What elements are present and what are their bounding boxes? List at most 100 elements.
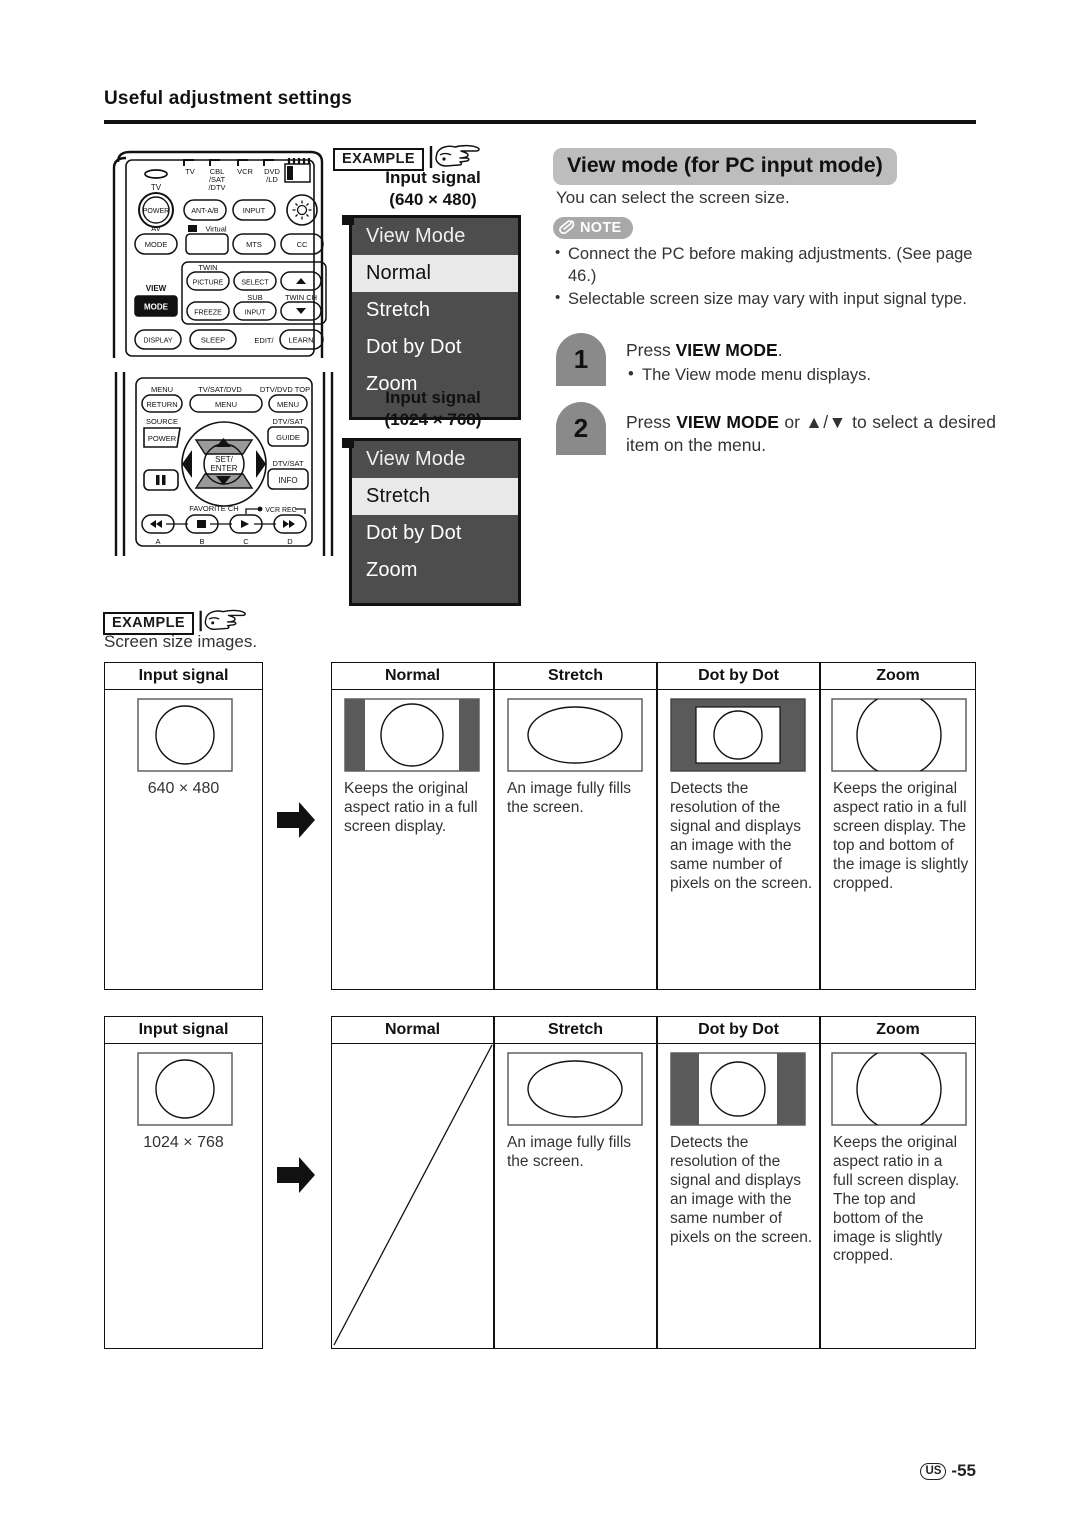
table1-input-cell: 640 × 480 — [104, 690, 263, 990]
menu-shadow-tab — [342, 438, 354, 448]
thumbnail-stretch — [507, 1052, 643, 1131]
table2-col-header-zoom: Zoom — [820, 1016, 976, 1044]
svg-text:EDIT/: EDIT/ — [254, 336, 274, 345]
svg-text:INPUT: INPUT — [245, 310, 267, 317]
menu-item-normal[interactable]: Normal — [352, 255, 518, 292]
svg-text:MENU: MENU — [277, 400, 299, 409]
page-number: -55 — [951, 1461, 976, 1480]
svg-text:ENTER: ENTER — [210, 464, 237, 473]
thumbnail-zoom — [831, 698, 967, 777]
svg-text:FAVORITE CH: FAVORITE CH — [189, 504, 238, 513]
manual-page: Useful adjustment settings TV TV CBL/SAT… — [0, 0, 1080, 1515]
svg-text:TV/SAT/DVD: TV/SAT/DVD — [198, 385, 242, 394]
svg-text:ANT-A/B: ANT-A/B — [191, 208, 219, 215]
table2-desc-dot-by-dot: Detects the resolution of the signal and… — [670, 1134, 813, 1246]
svg-text:SOURCE: SOURCE — [146, 417, 178, 426]
step-1-instruction: Press VIEW MODE. — [626, 340, 783, 360]
svg-text:GUIDE: GUIDE — [276, 433, 300, 442]
section-title-pill: View mode (for PC input mode) — [553, 148, 897, 185]
table1-desc-stretch: An image fully fills the screen. — [507, 780, 632, 816]
step-1-note: The View mode menu displays. — [626, 364, 996, 387]
note-badge: NOTE — [553, 217, 634, 239]
table1-col-header-normal: Normal — [331, 662, 494, 690]
table1-desc-dot-by-dot: Detects the resolution of the signal and… — [670, 780, 813, 892]
table1-input-header: Input signal — [104, 662, 263, 690]
page-title: Useful adjustment settings — [104, 88, 353, 109]
remote-control-upper: TV TV CBL/SAT/DTV VCR DVD/LD POWER ANT-A… — [104, 146, 336, 358]
svg-text:DTV/SAT: DTV/SAT — [272, 417, 304, 426]
table2-cell-dot-by-dot: Detects the resolution of the signal and… — [657, 1044, 820, 1349]
menu-footer-space — [352, 589, 518, 603]
table2-desc-zoom: Keeps the original aspect ratio in a ful… — [833, 1134, 960, 1265]
menu-shadow-tab — [342, 215, 354, 225]
header-rule — [104, 120, 976, 124]
remote-control-lower: MENU TV/SAT/DVD DTV/DVD TOP RETURN MENU … — [100, 370, 340, 560]
step-1: 1 Press VIEW MODE. The View mode menu di… — [556, 333, 986, 398]
svg-text:VCR REC: VCR REC — [265, 507, 297, 514]
svg-text:MENU: MENU — [151, 385, 173, 394]
svg-text:CC: CC — [297, 240, 308, 249]
input-signal-label-1: Input signal (640 × 480) — [385, 168, 481, 210]
svg-text:DTV/DVD TOP: DTV/DVD TOP — [260, 385, 310, 394]
svg-text:POWER: POWER — [148, 434, 177, 443]
menu-header: View Mode — [352, 218, 518, 255]
table2-desc-stretch: An image fully fills the screen. — [507, 1134, 632, 1170]
svg-text:INFO: INFO — [278, 476, 297, 485]
svg-text:POWER: POWER — [143, 208, 169, 215]
svg-text:SELECT: SELECT — [241, 280, 269, 287]
paperclip-icon — [559, 218, 577, 239]
table2-cell-normal — [331, 1044, 494, 1349]
svg-text:TV: TV — [151, 183, 162, 192]
svg-text:FREEZE: FREEZE — [194, 310, 222, 317]
svg-text:SUB: SUB — [247, 293, 262, 302]
svg-text:/DTV: /DTV — [208, 183, 225, 192]
screen-size-caption: Screen size images. — [104, 632, 258, 651]
table1-desc-zoom: Keeps the original aspect ratio in a ful… — [833, 780, 969, 892]
table2-input-header: Input signal — [104, 1016, 263, 1044]
thumbnail-normal — [344, 698, 480, 777]
step-1-number: 1 — [556, 333, 606, 386]
table2-cell-stretch: An image fully fills the screen. — [494, 1044, 657, 1349]
table2-col-header-normal: Normal — [331, 1016, 494, 1044]
note-item: Connect the PC before making adjustments… — [553, 243, 983, 288]
menu-header: View Mode — [352, 441, 518, 478]
input-signal-label-2: Input signal (1024 × 768) — [384, 388, 482, 430]
table1-cell-dot-by-dot: Detects the resolution of the signal and… — [657, 690, 820, 990]
table1-col-header-dot-by-dot: Dot by Dot — [657, 662, 820, 690]
table2-input-cell: 1024 × 768 — [104, 1044, 263, 1349]
table2-col-header-stretch: Stretch — [494, 1016, 657, 1044]
svg-text:D: D — [287, 537, 293, 546]
table2-cell-zoom: Keeps the original aspect ratio in a ful… — [820, 1044, 976, 1349]
svg-text:MODE: MODE — [144, 303, 169, 312]
svg-text:LEARN: LEARN — [288, 336, 313, 345]
thumbnail-stretch — [507, 698, 643, 777]
svg-text:A: A — [155, 537, 160, 546]
step-2-instruction: Press VIEW MODE or ▲/▼ to select a desir… — [626, 412, 996, 456]
menu-item-dot-by-dot[interactable]: Dot by Dot — [352, 515, 518, 552]
view-mode-menu-1024x768[interactable]: View Mode Stretch Dot by Dot Zoom — [342, 438, 521, 606]
section-lead-text: You can select the screen size. — [556, 188, 790, 207]
svg-text:B: B — [199, 537, 204, 546]
svg-text:TV: TV — [185, 167, 195, 176]
menu-item-stretch[interactable]: Stretch — [352, 292, 518, 329]
menu-item-dot-by-dot[interactable]: Dot by Dot — [352, 329, 518, 366]
note-item: Selectable screen size may vary with inp… — [553, 288, 983, 311]
step-2-body: Press VIEW MODE or ▲/▼ to select a desir… — [626, 411, 996, 457]
svg-text:AV: AV — [151, 224, 160, 233]
note-label: NOTE — [580, 220, 622, 236]
table2-input-dimension: 1024 × 768 — [143, 1134, 224, 1151]
menu-item-zoom[interactable]: Zoom — [352, 552, 518, 589]
svg-text:MENU: MENU — [215, 400, 237, 409]
svg-text:RETURN: RETURN — [146, 400, 177, 409]
svg-text:/LD: /LD — [266, 175, 278, 184]
svg-text:INPUT: INPUT — [243, 206, 266, 215]
svg-text:VIEW: VIEW — [146, 284, 167, 293]
svg-text:Virtual: Virtual — [205, 225, 226, 234]
svg-text:MTS: MTS — [246, 240, 262, 249]
svg-text:TWIN: TWIN — [198, 263, 217, 272]
step-1-body: Press VIEW MODE. The View mode menu disp… — [626, 339, 996, 387]
thumbnail-dot-by-dot — [670, 1052, 806, 1131]
menu-item-stretch[interactable]: Stretch — [352, 478, 518, 515]
table1-cell-normal: Keeps the original aspect ratio in a ful… — [331, 690, 494, 990]
table1-desc-normal: Keeps the original aspect ratio in a ful… — [344, 780, 478, 835]
